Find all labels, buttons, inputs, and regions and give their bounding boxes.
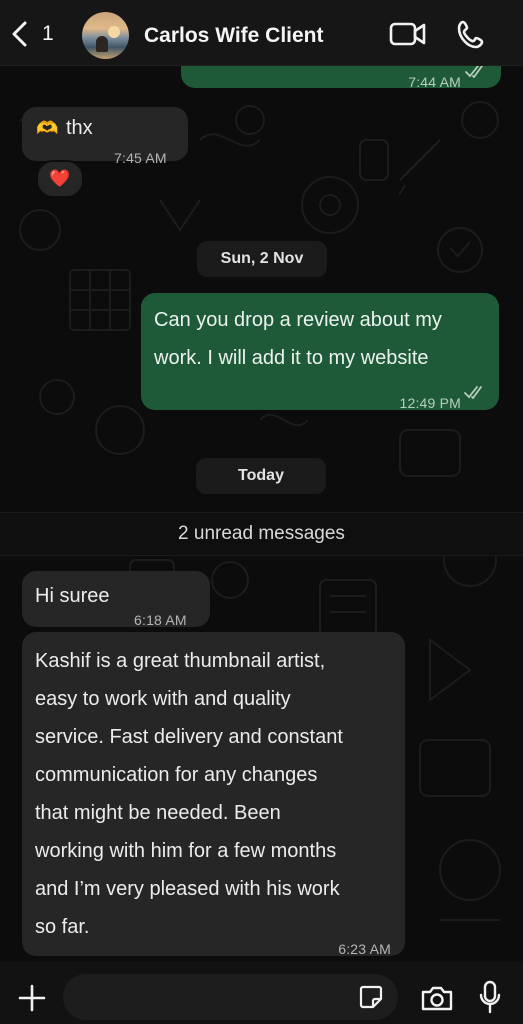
message-text-line: service. Fast delivery and constant: [35, 726, 343, 748]
video-call-icon[interactable]: [389, 21, 427, 47]
chevron-left-icon: [12, 21, 27, 47]
date-separator: Today: [196, 458, 326, 494]
message-text-line: communication for any changes: [35, 764, 318, 786]
reaction-badge[interactable]: ❤️: [36, 160, 84, 198]
message-time: 7:44 AM: [408, 74, 461, 90]
heart-reaction: ❤️: [49, 169, 71, 188]
message-text: Hi suree: [35, 585, 110, 607]
message-composer: [0, 962, 523, 1024]
read-receipt-icon: [465, 65, 483, 78]
unread-messages-banner: 2 unread messages: [0, 512, 523, 556]
back-button[interactable]: 1: [10, 20, 54, 48]
phone-icon[interactable]: [455, 19, 487, 51]
heart-hands-emoji: 🫶: [36, 118, 59, 138]
message-text-line: Can you drop a review about my: [154, 309, 442, 331]
camera-icon[interactable]: [420, 984, 454, 1012]
message-text-line: and I’m very pleased with his work: [35, 878, 340, 900]
message-text-line: easy to work with and quality: [35, 688, 291, 710]
microphone-icon[interactable]: [479, 980, 501, 1014]
message-time: 12:49 PM: [399, 395, 461, 411]
incoming-message[interactable]: 🫶 thx 7:45 AM: [22, 107, 188, 166]
read-receipt-icon: [464, 386, 482, 399]
message-text-line: Kashif is a great thumbnail artist,: [35, 650, 326, 672]
message-text-line: so far.: [35, 916, 90, 938]
message-time: 7:45 AM: [114, 150, 167, 166]
unread-chats-count: 1: [42, 22, 54, 45]
message-text-line: work. I will add it to my website: [154, 347, 429, 369]
outgoing-message[interactable]: Can you drop a review about my work. I w…: [141, 293, 499, 411]
message-text-line: working with him for a few months: [35, 840, 337, 862]
avatar[interactable]: [82, 12, 129, 59]
chat-screen: 1 Carlos Wife Client 7:44 AM 🫶 thx 7:45 …: [0, 0, 523, 1024]
plus-icon[interactable]: [18, 984, 46, 1012]
incoming-message[interactable]: Kashif is a great thumbnail artist, easy…: [22, 632, 405, 957]
contact-name[interactable]: Carlos Wife Client: [144, 24, 324, 48]
message-input[interactable]: [63, 974, 398, 1020]
sticker-icon[interactable]: [358, 984, 384, 1010]
message-text: thx: [66, 117, 93, 139]
incoming-message[interactable]: Hi suree 6:18 AM: [22, 571, 210, 628]
message-text-line: that might be needed. Been: [35, 802, 281, 824]
date-separator: Sun, 2 Nov: [197, 241, 327, 277]
chat-header: 1 Carlos Wife Client: [0, 0, 523, 66]
